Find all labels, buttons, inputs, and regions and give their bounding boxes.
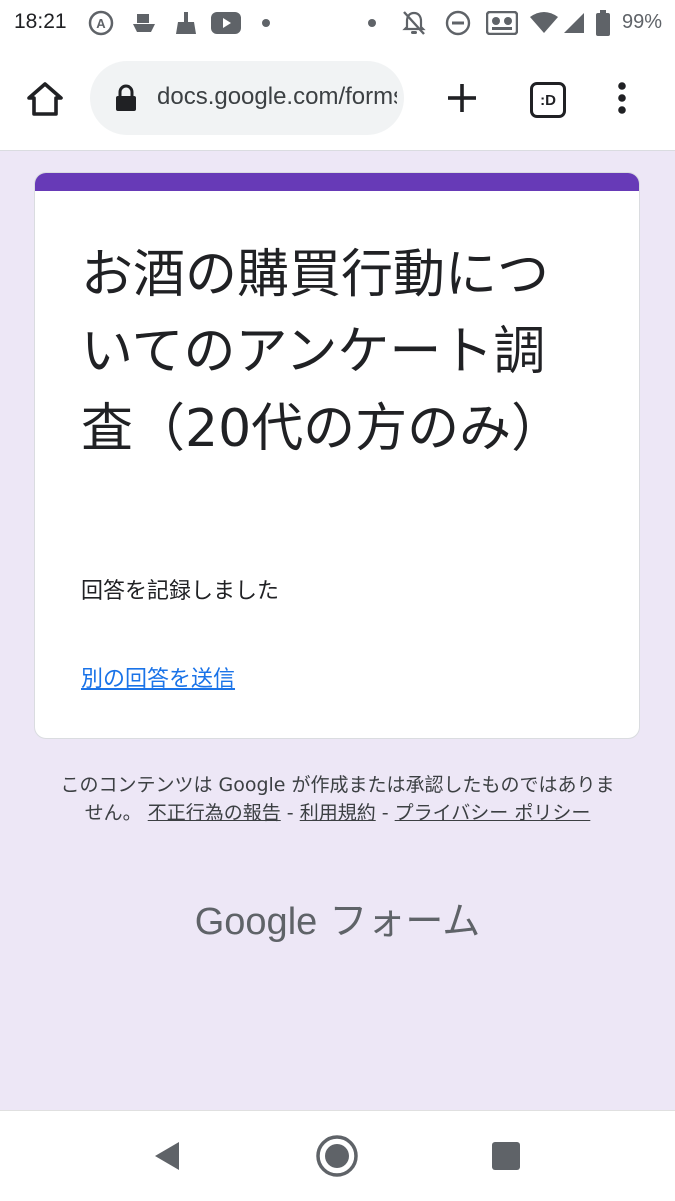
terms-link[interactable]: 利用規約 bbox=[300, 802, 376, 824]
status-bar: 18:21 A 99% bbox=[0, 0, 675, 46]
ship-icon bbox=[130, 9, 158, 37]
google-forms-logo[interactable]: Google フォーム bbox=[0, 890, 675, 945]
submit-another-response-link[interactable]: 別の回答を送信 bbox=[81, 661, 235, 693]
navigation-bar bbox=[0, 1110, 675, 1201]
card-accent-bar bbox=[35, 173, 639, 191]
privacy-policy-link[interactable]: プライバシー ポリシー bbox=[395, 802, 591, 824]
separator: - bbox=[381, 802, 389, 824]
notifications-off-icon bbox=[400, 9, 428, 37]
app-a-icon: A bbox=[87, 9, 115, 37]
wifi-icon bbox=[530, 9, 558, 37]
form-title: お酒の購買行動についてのアンケート調査（20代の方のみ） bbox=[81, 245, 564, 459]
home-button[interactable] bbox=[22, 76, 68, 122]
new-tab-icon bbox=[448, 84, 476, 112]
home-icon bbox=[27, 82, 63, 116]
battery-icon bbox=[593, 9, 613, 37]
broom-icon bbox=[172, 9, 200, 37]
tab-switcher-button[interactable]: :D bbox=[526, 78, 570, 122]
home-nav-button[interactable] bbox=[312, 1131, 362, 1181]
home-circle-icon bbox=[316, 1135, 358, 1177]
browser-toolbar: docs.google.com/forms/ :D bbox=[0, 46, 675, 151]
back-button[interactable] bbox=[142, 1131, 192, 1181]
confirmation-message: 回答を記録しました bbox=[81, 579, 280, 604]
lock-icon bbox=[116, 84, 136, 111]
do-not-disturb-icon bbox=[444, 9, 472, 37]
menu-button[interactable] bbox=[606, 76, 638, 120]
notification-dot-icon bbox=[368, 19, 376, 27]
cast-icon bbox=[485, 9, 519, 37]
footer-disclaimer: このコンテンツは Google が作成または承認したものではありません。 不正行… bbox=[60, 771, 615, 827]
tab-count: :D bbox=[530, 82, 566, 118]
recents-button[interactable] bbox=[481, 1131, 531, 1181]
response-card: お酒の購買行動についてのアンケート調査（20代の方のみ） 回答を記録しました 別… bbox=[34, 172, 640, 739]
recents-icon bbox=[492, 1142, 520, 1170]
signal-icon bbox=[560, 9, 588, 37]
report-abuse-link[interactable]: 不正行為の報告 bbox=[148, 802, 281, 824]
svg-text:A: A bbox=[96, 16, 106, 31]
separator: - bbox=[286, 802, 294, 824]
logo-forms-text: フォーム bbox=[329, 899, 481, 943]
logo-google-text: Google bbox=[194, 901, 318, 943]
battery-percentage: 99% bbox=[622, 11, 663, 33]
url-text: docs.google.com/forms/ bbox=[157, 83, 397, 110]
notification-dot-icon bbox=[262, 19, 270, 27]
url-bar[interactable]: docs.google.com/forms/ bbox=[90, 61, 404, 135]
menu-icon bbox=[618, 82, 626, 114]
youtube-icon bbox=[211, 9, 241, 37]
status-time: 18:21 bbox=[14, 10, 67, 33]
back-icon bbox=[155, 1142, 179, 1170]
new-tab-button[interactable] bbox=[440, 76, 484, 120]
